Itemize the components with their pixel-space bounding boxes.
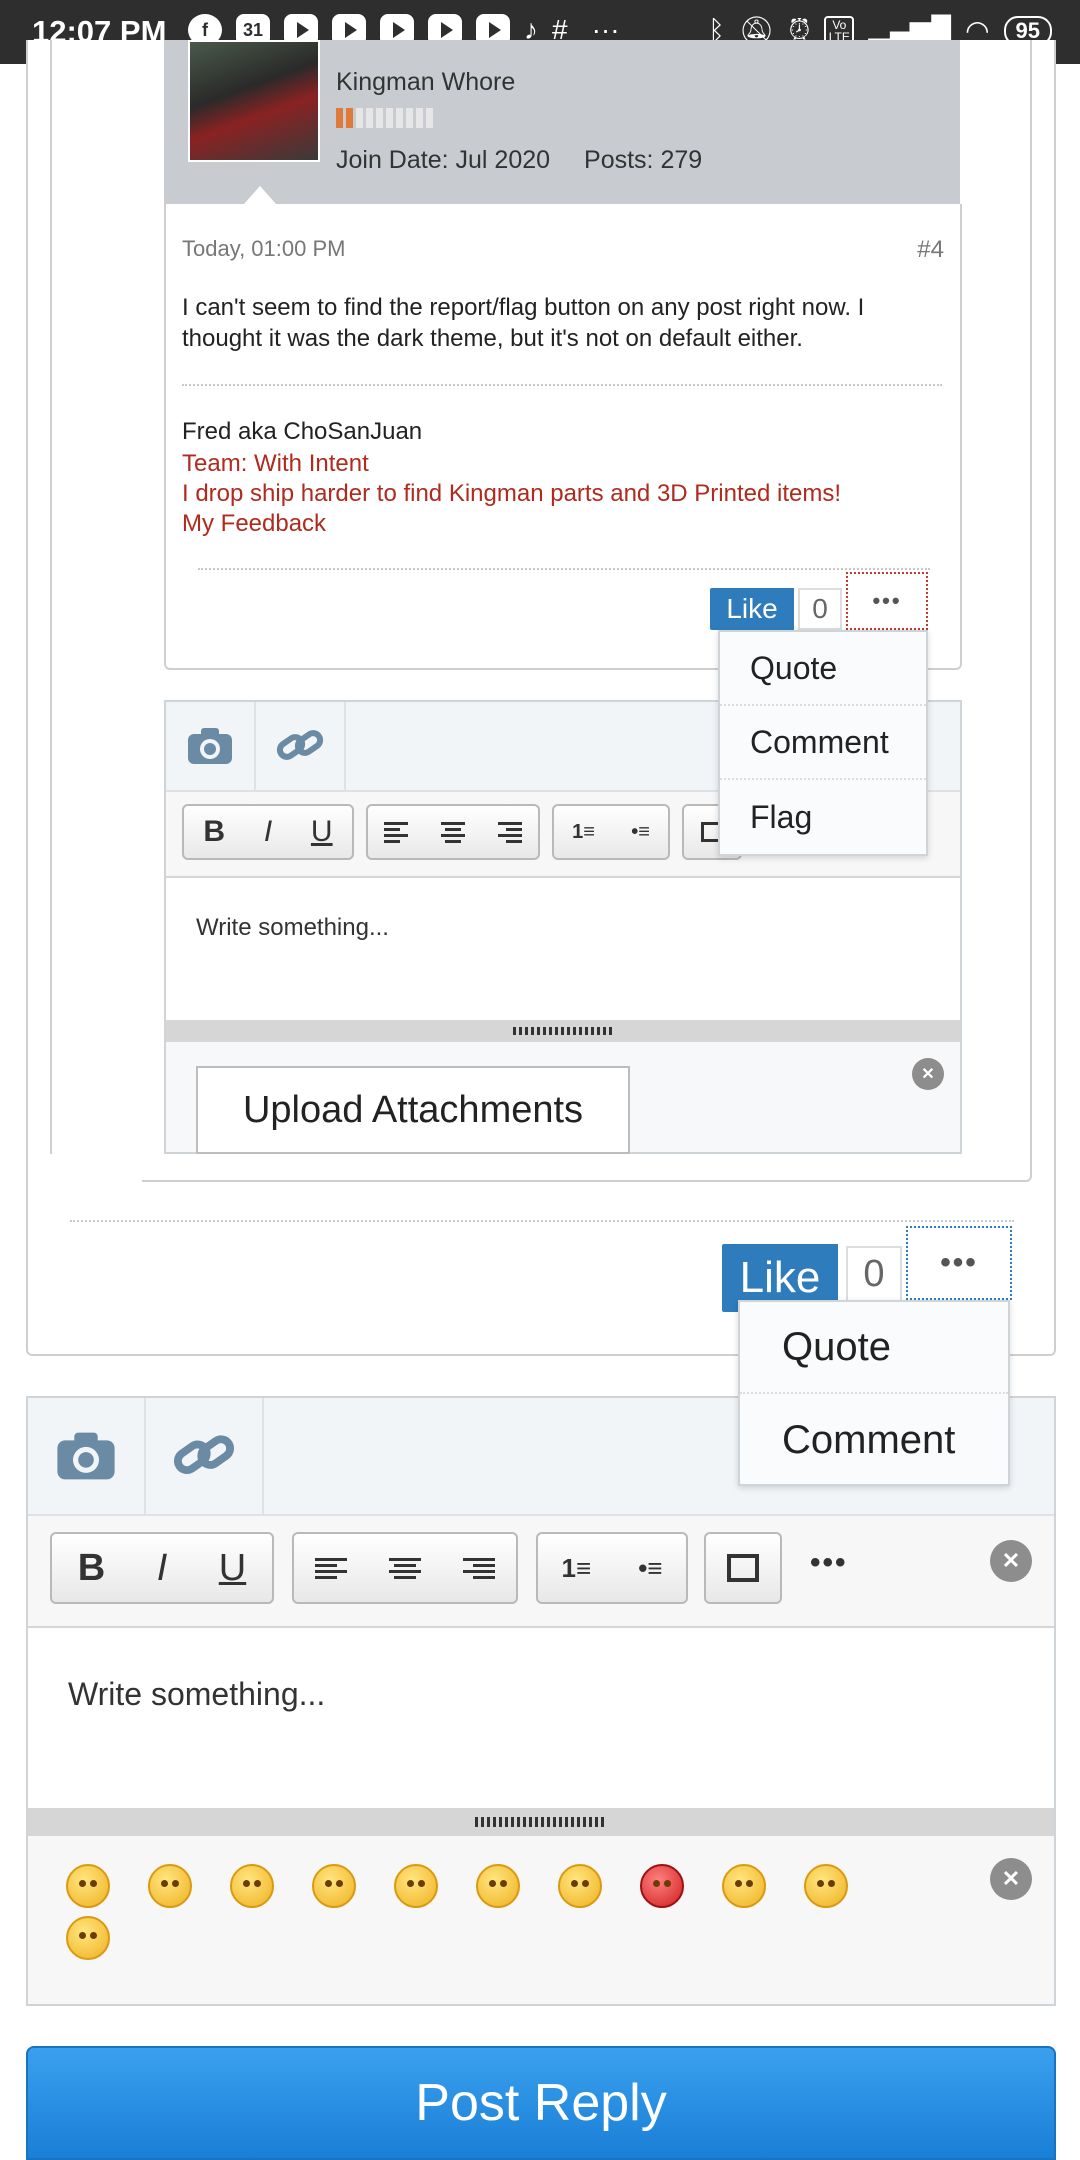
close-emoji-icon[interactable]: ✕ <box>990 1858 1032 1900</box>
emoji-angry-icon[interactable] <box>640 1864 684 1908</box>
menu-item-flag[interactable]: Flag <box>720 780 926 854</box>
bold-button[interactable]: B <box>203 815 225 849</box>
emoji-happy-icon[interactable] <box>394 1864 438 1908</box>
align-center-icon[interactable] <box>389 1555 421 1582</box>
menu-item-comment[interactable]: Comment <box>720 706 926 780</box>
emoji-smirk-icon[interactable] <box>312 1864 356 1908</box>
ordered-list-icon[interactable]: 1≡ <box>572 821 595 844</box>
resize-handle[interactable] <box>166 1020 960 1042</box>
outer-like-count: 0 <box>846 1246 902 1302</box>
avatar[interactable] <box>188 40 320 162</box>
alignment-group <box>292 1532 518 1604</box>
align-right-icon[interactable] <box>497 819 522 846</box>
list-group: 1≡ •≡ <box>536 1532 688 1604</box>
reply-editor: B I U 1≡ •≡ ••• ✕ Write something... ✕ <box>26 1396 1056 2006</box>
link-icon[interactable] <box>146 1398 264 1514</box>
like-count: 0 <box>798 588 842 630</box>
emoji-rolleyes-icon[interactable] <box>722 1864 766 1908</box>
list-group: 1≡ •≡ <box>552 804 670 860</box>
bullet-list-icon[interactable]: •≡ <box>638 1553 662 1584</box>
reply-formatting-toolbar: B I U 1≡ •≡ ••• ✕ <box>28 1516 1054 1628</box>
reply-textarea[interactable]: Write something... <box>28 1628 1054 1808</box>
post-date: Today, 01:00 PM <box>182 236 346 261</box>
more-tools-button[interactable]: ••• <box>810 1546 848 1580</box>
signature-link-team[interactable]: Team: With Intent <box>182 450 369 478</box>
comment-textarea[interactable]: Write something... <box>166 878 960 1020</box>
join-date: Join Date: Jul 2020 <box>336 146 551 174</box>
alignment-group <box>366 804 540 860</box>
signature-link-dropship[interactable]: I drop ship harder to find Kingman parts… <box>182 480 841 508</box>
post-number[interactable]: #4 <box>900 236 944 264</box>
align-left-icon[interactable] <box>315 1555 347 1582</box>
post-reply-button[interactable]: Post Reply <box>26 2046 1056 2160</box>
post-options-menu: Quote Comment Flag <box>718 630 928 856</box>
outer-menu-item-quote[interactable]: Quote <box>740 1302 1008 1394</box>
emoji-shocked-icon[interactable] <box>66 1916 110 1960</box>
emoji-tongue-icon[interactable] <box>476 1864 520 1908</box>
emoji-smile-icon[interactable] <box>66 1864 110 1908</box>
camera-icon[interactable] <box>166 702 256 790</box>
text-style-group: B I U <box>182 804 354 860</box>
signature-link-feedback[interactable]: My Feedback <box>182 510 326 538</box>
post-count: Posts: 279 <box>584 146 703 174</box>
post-caret <box>244 186 276 204</box>
join-info: Join Date: Jul 2020 Posts: 279 <box>336 146 702 175</box>
underline-button[interactable]: U <box>311 815 333 849</box>
italic-button[interactable]: I <box>264 815 272 849</box>
bullet-list-icon[interactable]: •≡ <box>631 821 650 844</box>
outer-post-options-menu: Quote Comment <box>738 1300 1010 1486</box>
bold-button[interactable]: B <box>78 1547 105 1590</box>
outer-menu-item-comment[interactable]: Comment <box>740 1394 1008 1486</box>
emoji-grin-icon[interactable] <box>230 1864 274 1908</box>
signature-divider <box>182 384 942 386</box>
user-title: Kingman Whore <box>336 68 516 96</box>
camera-icon[interactable] <box>28 1398 146 1514</box>
emoji-panel: ✕ <box>28 1836 1054 2004</box>
editor-mask-left <box>50 1154 142 1182</box>
text-style-group: B I U <box>50 1532 274 1604</box>
image-button[interactable] <box>704 1532 782 1604</box>
like-button[interactable]: Like <box>710 588 794 630</box>
post-body: I can't seem to find the report/flag but… <box>182 294 865 352</box>
close-attachments-icon[interactable]: ✕ <box>912 1058 944 1090</box>
link-icon[interactable] <box>256 702 346 790</box>
reputation-bar <box>336 108 433 128</box>
align-center-icon[interactable] <box>440 819 465 846</box>
menu-item-quote[interactable]: Quote <box>720 632 926 706</box>
actions-divider <box>198 568 930 570</box>
image-icon <box>727 1554 759 1582</box>
align-right-icon[interactable] <box>463 1555 495 1582</box>
italic-button[interactable]: I <box>157 1547 168 1590</box>
underline-button[interactable]: U <box>219 1547 246 1590</box>
emoji-cool-icon[interactable] <box>804 1864 848 1908</box>
align-left-icon[interactable] <box>384 819 409 846</box>
ordered-list-icon[interactable]: 1≡ <box>562 1553 592 1584</box>
more-options-button[interactable]: ••• <box>846 572 928 630</box>
close-toolbar-icon[interactable]: ✕ <box>990 1540 1032 1582</box>
upload-attachments-button[interactable]: Upload Attachments <box>196 1066 630 1154</box>
signature-name: Fred aka ChoSanJuan <box>182 418 423 445</box>
reply-resize-handle[interactable] <box>28 1808 1054 1836</box>
outer-actions-divider <box>70 1220 1014 1222</box>
emoji-worried-icon[interactable] <box>148 1864 192 1908</box>
outer-more-options-button[interactable]: ••• <box>906 1226 1012 1300</box>
emoji-wink-icon[interactable] <box>558 1864 602 1908</box>
